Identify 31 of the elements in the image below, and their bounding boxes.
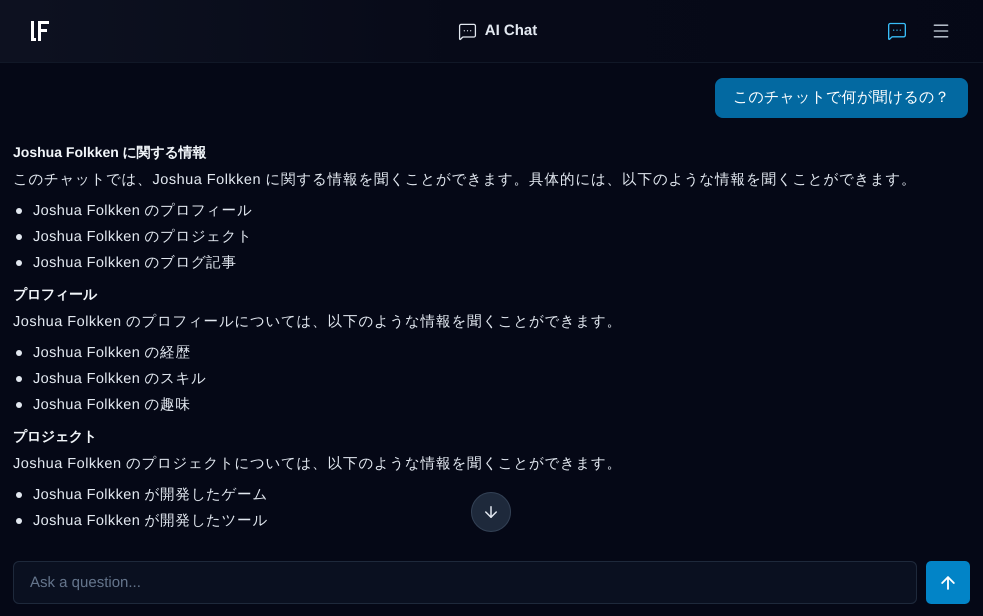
list-item: Joshua Folkken の趣味 [33,396,191,415]
chat-icon [458,22,477,40]
question-input[interactable]: Ask a question... [13,561,917,604]
bullet-icon [16,492,22,498]
bullet-icon [16,376,22,382]
arrow-down-icon [482,503,500,521]
list-item: Joshua Folkken のブログ記事 [33,254,237,273]
list-item: Joshua Folkken の経歴 [33,344,191,363]
bullet-icon [16,518,22,524]
bullet-icon [16,234,22,240]
paragraph: このチャットでは、Joshua Folkken に関する情報を聞くことができます。具体的には、以下のような情報を聞くことができます。 [13,171,917,190]
bullet-icon [16,208,22,214]
section-heading: プロジェクト [13,427,97,446]
paragraph: Joshua Folkken のプロジェクトについては、以下のような情報を聞くことができます。 [13,454,622,474]
bullet-icon [16,350,22,356]
list-item: Joshua Folkken のプロジェクト [33,228,252,247]
chat-icon[interactable] [887,21,907,41]
section-heading: プロフィール [13,285,97,304]
page-title: AI Chat [484,20,538,41]
user-message: このチャットで何が聞けるの？ [715,78,968,118]
list-item: Joshua Folkken が開発したゲーム [33,486,268,505]
list-item: Joshua Folkken のスキル [33,370,206,389]
list-item: Joshua Folkken のプロフィール [33,202,252,221]
bullet-icon [16,402,22,408]
list-item: Joshua Folkken が開発したツール [33,512,268,531]
bullet-icon [16,260,22,266]
paragraph: Joshua Folkken のプロフィールについては、以下のような情報を聞くことができます。 [13,312,622,332]
send-button[interactable] [926,561,970,604]
scroll-down-button[interactable] [471,492,511,532]
logo-icon[interactable] [30,20,50,42]
section-heading: Joshua Folkken に関する情報 [13,143,207,162]
